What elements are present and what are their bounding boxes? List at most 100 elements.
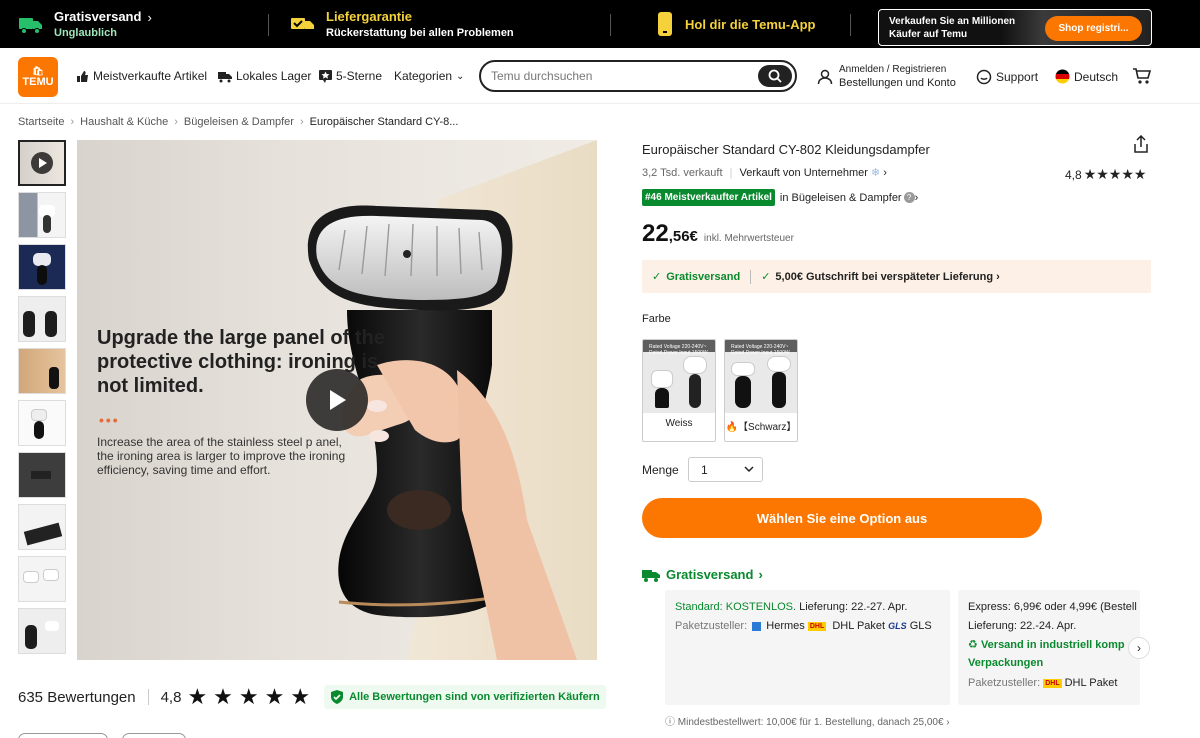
review-rating: 4,8 (160, 688, 182, 706)
color-option-black[interactable]: Rated Voltage 220-240V~ Rated Power Inpu… (724, 339, 798, 442)
product-main-image[interactable]: Upgrade the large panel of the protectiv… (77, 140, 597, 660)
rank-badge: #46 Meistverkaufter Artikel (642, 189, 775, 206)
quantity-select[interactable]: 1 (688, 457, 763, 482)
thumbnail-image[interactable] (18, 400, 66, 446)
reviews-summary[interactable]: 635 Bewertungen 4,8 ★★★★★ Alle Bewertung… (18, 684, 606, 710)
sales-info: 3,2 Tsd. verkauft | Verkauft von Unterne… (642, 167, 887, 179)
logo-text: TEMU (22, 76, 54, 88)
nav-local-warehouse[interactable]: Lokales Lager (218, 69, 311, 83)
option-image: Rated Voltage 220-240V~ Rated Power Inpu… (643, 340, 715, 413)
share-button[interactable] (1133, 134, 1149, 156)
temu-logo[interactable]: 🛍 TEMU (18, 57, 58, 97)
color-option-white[interactable]: Rated Voltage 220-240V~ Rated Power Inpu… (642, 339, 716, 442)
standard-delivery-date: Lieferung: 22.-27. Apr. (799, 601, 908, 613)
thumbnail-image[interactable] (18, 192, 66, 238)
minimum-order-note[interactable]: ⓘ Mindestbestellwert: 10,00€ für 1. Best… (665, 713, 950, 728)
dhl-logo-icon: DHL (807, 621, 827, 631)
cart-button[interactable] (1132, 67, 1152, 88)
delivery-truck-check-icon (291, 18, 314, 29)
thumbnail-image[interactable] (18, 504, 66, 550)
account-menu[interactable]: Anmelden / Registrieren Bestellungen und… (817, 64, 956, 89)
divider (610, 14, 611, 36)
shop-register-button[interactable]: Shop registri... (1045, 16, 1142, 41)
carousel-next-button[interactable]: › (1128, 637, 1150, 659)
carriers-label: Paketzusteller: (675, 620, 748, 632)
thumbnail-image[interactable] (18, 608, 66, 654)
search-input[interactable] (491, 67, 751, 85)
breadcrumb-irons[interactable]: Bügeleisen & Dampfer (184, 116, 294, 128)
shipping-card-standard[interactable]: Standard: KOSTENLOS. Lieferung: 22.-27. … (665, 590, 950, 705)
chevron-right-icon: › (946, 717, 950, 728)
header: 🛍 TEMU Meistverkaufte Artikel Lokales La… (0, 48, 1200, 104)
quantity-label: Menge (642, 463, 679, 477)
chevron-right-icon: › (299, 116, 304, 128)
thumbnail-list (18, 140, 66, 660)
chevron-right-icon: › (70, 116, 75, 128)
review-count: 635 Bewertungen (18, 688, 136, 706)
promo-delivery-guarantee[interactable]: Liefergarantie Rückerstattung bei allen … (290, 0, 514, 48)
chevron-down-icon (744, 466, 754, 473)
review-filter-button[interactable] (18, 733, 108, 738)
thumbnail-image[interactable] (18, 556, 66, 602)
price-tax-note: inkl. Mehrwertsteuer (703, 233, 794, 244)
help-icon: ? (903, 192, 915, 203)
flame-icon: 🔥 (725, 422, 739, 433)
rating-stars-icon: ★★★★★ (187, 684, 317, 709)
nav-five-stars[interactable]: 5-Sterne (319, 69, 382, 83)
thumbnail-image[interactable] (18, 452, 66, 498)
nav-label: 5-Sterne (336, 69, 383, 83)
search-icon (768, 69, 782, 83)
free-shipping-section-header[interactable]: Gratisversand › (642, 567, 763, 582)
support-link[interactable]: Support (976, 69, 1038, 85)
thumbnail-image[interactable] (18, 348, 66, 394)
chevron-right-icon: › (147, 9, 152, 25)
chevron-right-icon: › (914, 191, 919, 204)
divider (850, 14, 851, 36)
promo-shipping-sub: Unglaublich (54, 27, 117, 39)
promo-shipping-title: Gratisversand (54, 9, 142, 24)
shipping-card-express[interactable]: Express: 6,99€ oder 4,99€ (Bestell Liefe… (958, 590, 1140, 705)
eco-package-icon: ♻ (968, 639, 978, 651)
gls-logo-icon: GLS (888, 621, 907, 631)
account-line-1: Anmelden / Registrieren (839, 64, 947, 75)
hermes-logo-icon (752, 621, 762, 631)
thumbs-up-icon (77, 70, 88, 82)
carriers-label: Paketzusteller: (968, 677, 1041, 689)
promo-app[interactable]: Hol dir die Temu-App (655, 0, 815, 48)
eco-packaging-text: Versand in industriell komp Verpackungen (968, 639, 1125, 669)
play-video-button[interactable] (306, 369, 368, 431)
language-selector[interactable]: Deutsch (1055, 69, 1118, 84)
nav-categories[interactable]: Kategorien ⌄ (394, 69, 464, 83)
select-option-button[interactable]: Wählen Sie eine Option aus (642, 498, 1042, 538)
seller-info[interactable]: Verkauft von Unternehmer (740, 167, 868, 179)
express-delivery-date: Lieferung: 22.-24. Apr. (968, 620, 1077, 632)
shipping-benefits[interactable]: ✓ Gratisversand ✓ 5,00€ Gutschrift bei v… (642, 260, 1151, 293)
play-icon (31, 152, 53, 174)
bestseller-rank[interactable]: #46 Meistverkaufter Artikel in Bügeleise… (642, 189, 918, 206)
price-cents: ,56€ (668, 228, 698, 245)
thumbnail-video[interactable] (18, 140, 66, 186)
seller-banner[interactable]: Verkaufen Sie an Millionen Käufer auf Te… (878, 9, 1152, 46)
search-button[interactable] (758, 65, 792, 87)
breadcrumb-household[interactable]: Haushalt & Küche (80, 116, 168, 128)
nav-bestsellers[interactable]: Meistverkaufte Artikel (76, 69, 207, 83)
rank-category: in Bügeleisen & Dampfer (779, 191, 902, 204)
image-body-text: Increase the area of the stainless steel… (97, 435, 346, 477)
divider (268, 14, 269, 36)
thumbnail-image[interactable] (18, 296, 66, 342)
chevron-right-icon: › (1137, 641, 1141, 655)
promo-app-text: Hol dir die Temu-App (685, 16, 816, 32)
price-main: 22 (642, 220, 669, 247)
review-filter-button[interactable] (122, 733, 186, 738)
breadcrumb-home[interactable]: Startseite (18, 116, 64, 128)
product-rating[interactable]: 4,8 ★★★★★ (1065, 166, 1146, 183)
promo-free-shipping[interactable]: Gratisversand Unglaublich › (18, 0, 152, 48)
option-label: 【Schwarz】 (738, 422, 797, 433)
chevron-right-icon: › (758, 567, 763, 582)
divider (147, 689, 149, 705)
price: 22 ,56€ inkl. Mehrwertsteuer (642, 220, 794, 248)
star-badge-icon (319, 69, 332, 83)
option-label: Weiss (665, 418, 693, 429)
user-icon (817, 69, 833, 84)
thumbnail-image[interactable] (18, 244, 66, 290)
